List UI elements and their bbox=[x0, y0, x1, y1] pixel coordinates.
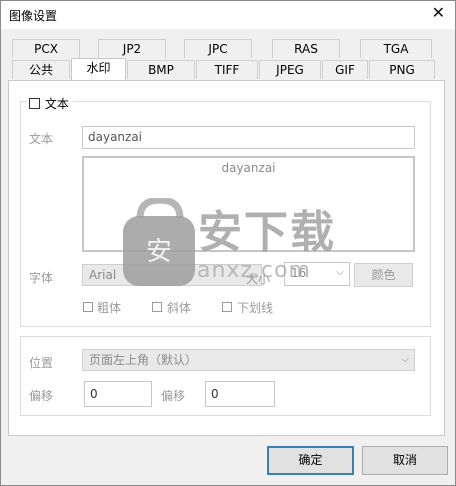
shield-bag-icon: 安 bbox=[123, 196, 195, 286]
offset-label-x: 偏移 bbox=[29, 389, 54, 403]
tab-watermark[interactable]: 水印 bbox=[71, 58, 126, 80]
tab-jpc[interactable]: JPC bbox=[184, 39, 252, 58]
text-group-header: 文本 bbox=[27, 95, 73, 111]
position-select-value: 页面左上角（默认） bbox=[89, 353, 198, 367]
position-label: 位置 bbox=[29, 356, 54, 370]
tab-jpeg[interactable]: JPEG bbox=[259, 60, 321, 79]
watermark-logo: 安 bbox=[120, 196, 200, 288]
tab-common[interactable]: 公共 bbox=[12, 60, 70, 79]
tab-png[interactable]: PNG bbox=[369, 60, 435, 79]
text-group-title: 文本 bbox=[44, 97, 69, 111]
tab-gif[interactable]: GIF bbox=[322, 60, 368, 79]
underline-label: 下划线 bbox=[237, 301, 274, 315]
tab-ras[interactable]: RAS bbox=[272, 39, 340, 58]
offset-input-x[interactable]: 0 bbox=[84, 381, 152, 407]
underline-checkbox[interactable] bbox=[222, 302, 232, 312]
window-title: 图像设置 bbox=[9, 9, 58, 23]
cancel-button[interactable]: 取消 bbox=[362, 446, 448, 475]
position-select[interactable]: 页面左上角（默认） ⌵ bbox=[82, 349, 415, 371]
preview-text: dayanzai bbox=[221, 161, 276, 175]
tab-tiff[interactable]: TIFF bbox=[196, 60, 258, 79]
font-select-value: Arial bbox=[89, 268, 117, 282]
ok-button[interactable]: 确定 bbox=[267, 446, 354, 475]
text-input[interactable]: dayanzai bbox=[82, 126, 415, 149]
bold-checkbox[interactable] bbox=[83, 302, 93, 312]
watermark-logo-text: 安下载 bbox=[198, 207, 336, 258]
offset-input-y[interactable]: 0 bbox=[205, 381, 275, 407]
font-label: 字体 bbox=[29, 271, 54, 285]
watermark-url-text: anxz.com bbox=[197, 258, 311, 283]
offset-label-y: 偏移 bbox=[161, 389, 186, 403]
text-label: 文本 bbox=[29, 132, 54, 146]
tab-tga[interactable]: TGA bbox=[360, 39, 432, 58]
color-button[interactable]: 颜色 bbox=[354, 263, 413, 287]
chevron-down-icon: ⌵ bbox=[401, 354, 409, 365]
tab-pcx[interactable]: PCX bbox=[12, 39, 80, 58]
title-bar: 图像设置 ✕ bbox=[1, 1, 455, 29]
italic-label: 斜体 bbox=[167, 301, 192, 315]
chevron-down-icon: ⌵ bbox=[336, 267, 344, 278]
tab-bmp[interactable]: BMP bbox=[127, 60, 195, 79]
close-icon[interactable]: ✕ bbox=[432, 5, 445, 21]
text-enable-checkbox[interactable] bbox=[29, 98, 40, 109]
tab-jp2[interactable]: JP2 bbox=[98, 39, 166, 58]
bold-label: 粗体 bbox=[97, 301, 122, 315]
svg-text:安: 安 bbox=[146, 237, 172, 267]
italic-checkbox[interactable] bbox=[152, 302, 162, 312]
